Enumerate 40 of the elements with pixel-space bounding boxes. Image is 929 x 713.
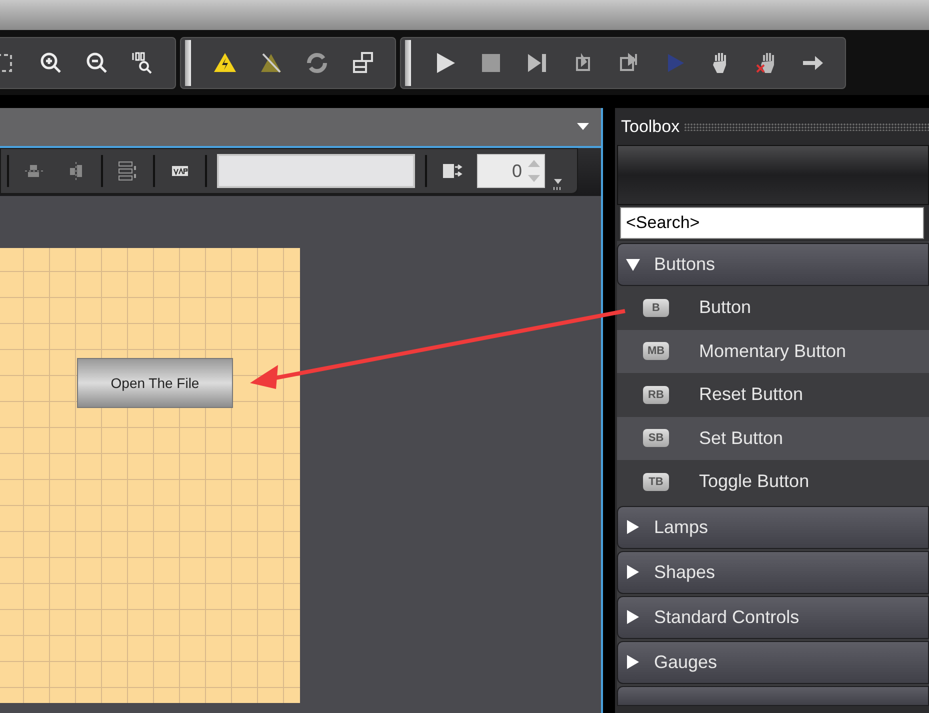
zoom-in-icon[interactable] — [39, 50, 63, 74]
category-header[interactable] — [617, 686, 929, 706]
item-label: Set Button — [699, 426, 784, 450]
item-badge-icon: TB — [643, 472, 669, 491]
expand-icon[interactable] — [626, 655, 640, 669]
item-label: Toggle Button — [699, 470, 810, 494]
item-badge-icon: B — [643, 298, 669, 317]
zoom-out-icon[interactable] — [85, 50, 109, 74]
panel-grip[interactable] — [684, 122, 929, 130]
item-badge-icon: SB — [643, 429, 669, 448]
item-badge-icon: RB — [643, 386, 669, 404]
category-header[interactable]: Buttons — [617, 243, 929, 286]
collapse-icon[interactable] — [626, 258, 640, 272]
search-field[interactable]: <Search> — [620, 207, 924, 239]
item-label: Reset Button — [699, 383, 804, 406]
category-header[interactable]: Standard Controls — [617, 596, 929, 638]
open-file-button[interactable]: Open The File — [77, 358, 233, 408]
toolbox-item[interactable]: MB Momentary Button — [617, 330, 929, 373]
expand-icon[interactable] — [626, 610, 640, 624]
group-grip[interactable] — [405, 40, 411, 86]
category-header[interactable]: Lamps — [617, 506, 929, 548]
item-label: Button — [699, 296, 752, 320]
toolbox-item[interactable]: SB Set Button — [617, 416, 929, 460]
spin-field[interactable]: 0 — [477, 154, 545, 188]
item-label: Momentary Button — [699, 340, 846, 363]
warning-icon[interactable] — [213, 50, 237, 74]
dropdown-icon[interactable] — [577, 123, 589, 131]
category-header[interactable]: Gauges — [617, 640, 929, 684]
refresh-icon[interactable] — [305, 50, 329, 74]
text-field[interactable] — [217, 154, 415, 188]
item-badge-icon: MB — [643, 342, 669, 360]
overflow-icon[interactable] — [553, 179, 563, 191]
warning-off-icon[interactable] — [259, 50, 283, 74]
screens-icon[interactable] — [351, 50, 375, 74]
expand-icon[interactable] — [626, 520, 640, 534]
group-grip[interactable] — [185, 40, 191, 86]
panel-title: Toolbox — [621, 116, 680, 138]
distribute-icon[interactable] — [117, 160, 139, 182]
expand-icon[interactable] — [626, 565, 640, 579]
category-header[interactable]: Shapes — [617, 550, 929, 594]
